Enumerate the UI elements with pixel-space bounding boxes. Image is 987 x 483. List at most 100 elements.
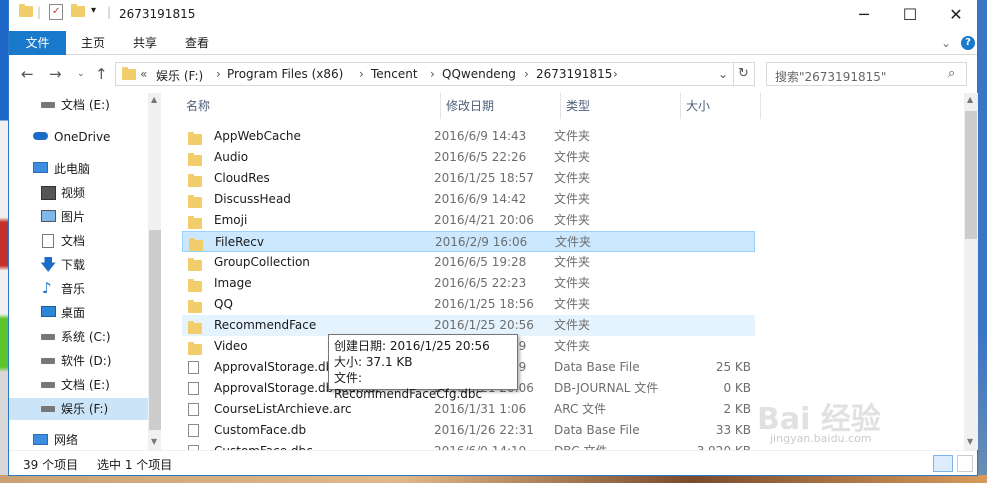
nav-item-documents[interactable]: 文档 [9,230,149,252]
nav-item-music[interactable]: ♪ 音乐 [9,278,149,300]
file-date: 2016/6/9 14:42 [434,192,527,206]
desktop-bottom-edge [0,475,987,483]
tab-share[interactable]: 共享 [127,31,163,55]
scroll-down-icon[interactable]: ▼ [967,437,973,446]
properties-icon[interactable]: ✓ [49,4,63,20]
scroll-up-icon[interactable]: ▲ [967,95,973,104]
close-button[interactable]: ✕ [933,0,979,31]
large-icons-view-icon[interactable] [957,455,973,472]
breadcrumb-separator[interactable]: › [216,67,221,81]
search-icon[interactable]: ⌕ [948,66,955,81]
scroll-up-icon[interactable]: ▲ [151,95,157,104]
folder-row[interactable]: Emoji 2016/4/21 20:06 文件夹 [182,210,755,231]
scroll-down-icon[interactable]: ▼ [151,437,157,446]
minimize-button[interactable]: ─ [841,0,887,31]
folder-icon [19,4,33,24]
file-type: Data Base File [554,423,640,437]
column-divider[interactable] [440,93,441,119]
breadcrumb-separator[interactable]: › [524,67,529,81]
help-icon[interactable]: ? [961,36,975,50]
folder-row[interactable]: FileRecv 2016/2/9 16:06 文件夹 [182,231,755,252]
nav-item-drive-d[interactable]: 软件 (D:) [9,350,149,372]
folder-row[interactable]: Audio 2016/6/5 22:26 文件夹 [182,147,755,168]
file-row[interactable]: CourseListArchieve.arc 2016/1/31 1:06 ARC … [182,399,755,420]
breadcrumb-separator[interactable]: › [359,67,364,81]
breadcrumb-tencent[interactable]: Tencent [371,67,418,81]
drive-icon [41,358,55,364]
file-name: Image [214,276,252,290]
search-box[interactable]: 搜索"2673191815" ⌕ [766,62,967,86]
nav-scrollbar[interactable]: ▲ ▼ [148,93,161,450]
file-list-scrollbar-thumb[interactable] [965,111,977,239]
up-arrow-icon[interactable]: ↑ [95,65,108,83]
search-input[interactable]: 搜索"2673191815" [775,68,886,85]
nav-item-drive-c[interactable]: 系统 (C:) [9,326,149,348]
folder-row[interactable]: RecommendFace 2016/1/25 20:56 文件夹 [182,315,755,336]
folder-row[interactable]: QQ 2016/1/25 18:56 文件夹 [182,294,755,315]
breadcrumb-separator[interactable]: › [613,67,618,81]
maximize-button[interactable]: ☐ [887,0,933,31]
folder-row[interactable]: DiscussHead 2016/6/9 14:42 文件夹 [182,189,755,210]
breadcrumb-separator[interactable]: › [430,67,435,81]
file-name: CloudRes [214,171,270,185]
nav-item-drive-f[interactable]: 娱乐 (F:) [9,398,149,420]
nav-item-onedrive[interactable]: OneDrive [9,126,149,148]
nav-item-pictures[interactable]: 图片 [9,206,149,228]
folder-icon [122,67,136,83]
breadcrumb-current[interactable]: 2673191815 [536,67,612,81]
nav-item-desktop[interactable]: 桌面 [9,302,149,324]
file-size: 3,920 KB [697,441,751,450]
file-type: 文件夹 [554,255,591,269]
refresh-icon[interactable]: ↻ [738,66,749,81]
breadcrumb-overflow[interactable]: « [140,67,147,81]
file-row[interactable]: CustomFace.db 2016/1/26 22:31 Data Base Fi… [182,420,755,441]
network-icon [33,434,48,445]
tab-file[interactable]: 文件 [9,31,66,55]
file-name: GroupCollection [214,255,310,269]
file-date: 2016/1/25 18:56 [434,297,534,311]
file-date: 2016/1/25 20:56 [434,318,534,332]
folder-row[interactable]: Image 2016/6/5 22:23 文件夹 [182,273,755,294]
nav-item-drive-e[interactable]: 文档 (E:) [9,94,149,116]
nav-item-network[interactable]: 网络 [9,429,149,450]
nav-item-downloads[interactable]: 🡇 下载 [9,254,149,276]
nav-item-drive-e-2[interactable]: 文档 (E:) [9,374,149,396]
file-type: 文件夹 [554,129,591,143]
file-type: Data Base File [554,360,640,374]
address-history-icon[interactable]: ⌄ [718,67,728,81]
nav-item-this-pc[interactable]: 此电脑 [9,158,149,180]
column-header-type[interactable]: 类型 [566,93,590,119]
expand-ribbon-icon[interactable]: ⌄ [939,31,953,55]
column-divider[interactable] [560,93,561,119]
file-name: CourseListArchieve.arc [214,402,352,416]
file-type: 文件夹 [554,339,591,353]
address-divider [733,63,734,85]
folder-row[interactable]: GroupCollection 2016/6/5 19:28 文件夹 [182,252,755,273]
customize-quick-access-icon[interactable]: ▾ [91,5,96,23]
nav-scrollbar-thumb[interactable] [149,230,161,430]
recent-locations-icon[interactable]: ⌄ [77,69,85,79]
folder-row[interactable]: AppWebCache 2016/6/9 14:43 文件夹 [182,126,755,147]
column-header-date[interactable]: 修改日期 [446,93,494,119]
new-folder-icon[interactable] [71,4,85,24]
desktop-icon [41,306,56,317]
breadcrumb-program-files[interactable]: Program Files (x86) [227,67,343,81]
breadcrumb-qqwendeng[interactable]: QQwendeng [442,67,516,81]
folder-row[interactable]: CloudRes 2016/1/25 18:57 文件夹 [182,168,755,189]
nav-item-videos[interactable]: 视频 [9,182,149,204]
file-type: 文件夹 [555,235,592,249]
file-name: Video [214,339,248,353]
breadcrumb-drive-f[interactable]: 娱乐 (F:) [156,67,203,84]
column-divider[interactable] [680,93,681,119]
tab-home[interactable]: 主页 [75,31,111,55]
file-list-scrollbar[interactable]: ▲ ▼ [964,93,978,450]
forward-arrow-icon[interactable]: → [49,65,62,83]
details-view-icon[interactable] [933,455,953,472]
address-bar[interactable]: « 娱乐 (F:) › Program Files (x86) › Tencen… [115,62,755,86]
tab-view[interactable]: 查看 [179,31,215,55]
file-row[interactable]: CustomFace.dbc 2016/6/9 14:19 DBC 文件 3,920 … [182,441,755,450]
column-header-size[interactable]: 大小 [686,93,710,119]
column-header-name[interactable]: 名称 [186,93,210,119]
back-arrow-icon[interactable]: ← [21,65,34,83]
column-divider[interactable] [760,93,761,119]
